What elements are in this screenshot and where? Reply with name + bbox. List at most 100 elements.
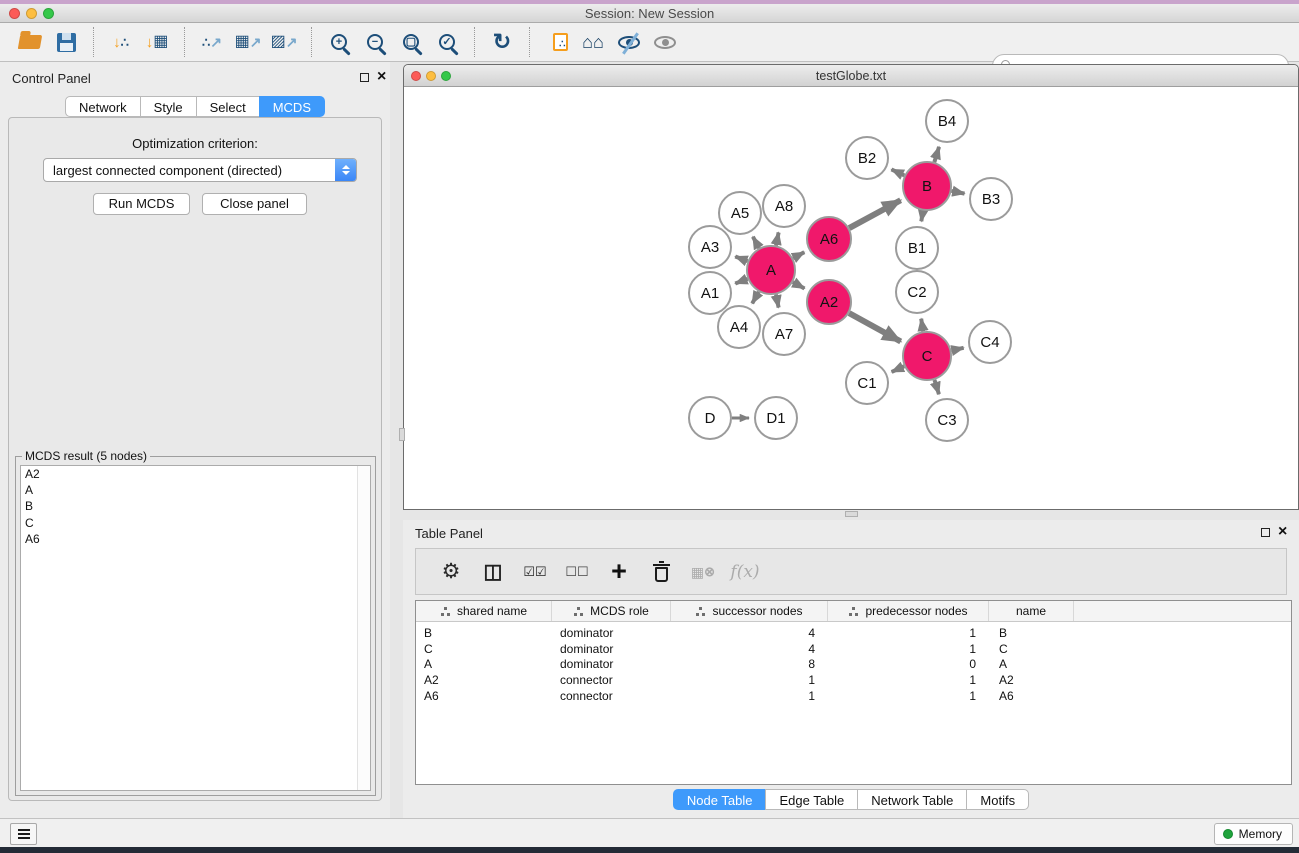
- zoom-selected-icon[interactable]: ✓: [431, 26, 463, 58]
- node-B4[interactable]: B4: [926, 100, 968, 142]
- cell-mcds-role[interactable]: dominator: [552, 657, 671, 671]
- memory-button[interactable]: Memory: [1214, 823, 1293, 845]
- edge-C-C4[interactable]: [951, 348, 963, 351]
- tab-style[interactable]: Style: [140, 96, 197, 117]
- cell-shared-name[interactable]: B: [416, 626, 552, 640]
- tab-network[interactable]: Network: [65, 96, 141, 117]
- edge-C-C1[interactable]: [892, 366, 905, 372]
- open-file-icon[interactable]: [14, 26, 46, 58]
- cell-mcds-role[interactable]: dominator: [552, 626, 671, 640]
- cell-predecessor-nodes[interactable]: 1: [828, 673, 989, 687]
- node-C4[interactable]: C4: [969, 321, 1011, 363]
- mcds-result-item[interactable]: C: [21, 515, 370, 531]
- cell-successor-nodes[interactable]: 1: [671, 673, 828, 687]
- delete-table-icon[interactable]: ▦⊗: [687, 556, 719, 588]
- column-header-successor-nodes[interactable]: successor nodes: [671, 601, 828, 621]
- tab-network-table[interactable]: Network Table: [857, 789, 967, 810]
- node-A8[interactable]: A8: [763, 185, 805, 227]
- node-A7[interactable]: A7: [763, 313, 805, 355]
- tab-node-table[interactable]: Node Table: [673, 789, 767, 810]
- delete-column-icon[interactable]: [645, 556, 677, 588]
- cell-name[interactable]: C: [989, 642, 1074, 656]
- cell-predecessor-nodes[interactable]: 1: [828, 642, 989, 656]
- unselect-all-columns-icon[interactable]: ☐☐: [561, 556, 593, 588]
- cell-successor-nodes[interactable]: 4: [671, 626, 828, 640]
- cell-name[interactable]: A2: [989, 673, 1074, 687]
- tab-select[interactable]: Select: [196, 96, 260, 117]
- cell-mcds-role[interactable]: dominator: [552, 642, 671, 656]
- save-session-icon[interactable]: [50, 26, 82, 58]
- import-network-icon[interactable]: ↓∴: [105, 26, 137, 58]
- select-all-columns-icon[interactable]: ☑☑: [519, 556, 551, 588]
- task-history-button[interactable]: [10, 823, 37, 845]
- function-builder-icon[interactable]: f(x): [729, 556, 761, 588]
- cell-predecessor-nodes[interactable]: 1: [828, 626, 989, 640]
- edge-A2-C[interactable]: [849, 313, 901, 341]
- eye-icon[interactable]: [649, 26, 681, 58]
- edge-A-A1[interactable]: [735, 279, 747, 284]
- cell-name[interactable]: A: [989, 657, 1074, 671]
- cell-name[interactable]: A6: [989, 689, 1074, 703]
- close-panel-button[interactable]: Close panel: [202, 193, 307, 215]
- node-A[interactable]: A: [747, 246, 795, 294]
- cell-shared-name[interactable]: C: [416, 642, 552, 656]
- column-header-predecessor-nodes[interactable]: predecessor nodes: [828, 601, 989, 621]
- refresh-icon[interactable]: ↻: [486, 26, 518, 58]
- node-A2[interactable]: A2: [807, 280, 851, 324]
- add-column-icon[interactable]: +: [603, 556, 635, 588]
- node-C3[interactable]: C3: [926, 399, 968, 441]
- mcds-result-item[interactable]: A: [21, 482, 370, 498]
- zoom-in-icon[interactable]: +: [323, 26, 355, 58]
- cell-successor-nodes[interactable]: 1: [671, 689, 828, 703]
- table-panel-close-button[interactable]: ×: [1278, 527, 1287, 537]
- edge-A-A7[interactable]: [776, 294, 779, 307]
- zoom-out-icon[interactable]: −: [359, 26, 391, 58]
- edge-B-B2[interactable]: [891, 169, 904, 175]
- control-panel-close-button[interactable]: ×: [377, 72, 386, 82]
- cell-shared-name[interactable]: A: [416, 657, 552, 671]
- zoom-fit-icon[interactable]: ▢: [395, 26, 427, 58]
- mcds-result-item[interactable]: A2: [21, 466, 370, 482]
- network-canvas[interactable]: B4B2BB3A8A5A6A3B1AC2A1A2A4A7C4CC1DD1C3: [404, 87, 1298, 510]
- cell-mcds-role[interactable]: connector: [552, 673, 671, 687]
- export-image-icon[interactable]: ▨↗: [268, 26, 300, 58]
- edge-A6-B[interactable]: [849, 200, 900, 228]
- left-splitter-handle[interactable]: [399, 428, 405, 441]
- node-A6[interactable]: A6: [807, 217, 851, 261]
- eye-slash-icon[interactable]: [613, 26, 645, 58]
- control-panel-float-button[interactable]: [360, 73, 369, 82]
- node-A4[interactable]: A4: [718, 306, 760, 348]
- cell-successor-nodes[interactable]: 8: [671, 657, 828, 671]
- node-B2[interactable]: B2: [846, 137, 888, 179]
- import-table-icon[interactable]: ↓▦: [141, 26, 173, 58]
- column-header-name[interactable]: name: [989, 601, 1074, 621]
- mcds-list-scrollbar[interactable]: [357, 466, 370, 790]
- edge-A-A5[interactable]: [753, 237, 759, 248]
- node-C2[interactable]: C2: [896, 271, 938, 313]
- node-B3[interactable]: B3: [970, 178, 1012, 220]
- edge-A-A3[interactable]: [735, 257, 747, 262]
- node-C1[interactable]: C1: [846, 362, 888, 404]
- tab-edge-table[interactable]: Edge Table: [765, 789, 858, 810]
- edge-A-A4[interactable]: [752, 292, 759, 304]
- edge-B-B1[interactable]: [921, 211, 923, 222]
- edge-C-C3[interactable]: [934, 380, 938, 394]
- node-D1[interactable]: D1: [755, 397, 797, 439]
- node-B[interactable]: B: [903, 162, 951, 210]
- edge-A-A6[interactable]: [793, 252, 804, 258]
- mcds-result-item[interactable]: B: [21, 498, 370, 514]
- export-table-icon[interactable]: ▦↗: [232, 26, 264, 58]
- edge-B-B3[interactable]: [951, 191, 964, 194]
- node-C[interactable]: C: [903, 332, 951, 380]
- node-A1[interactable]: A1: [689, 272, 731, 314]
- mcds-result-item[interactable]: A6: [21, 531, 370, 547]
- cell-predecessor-nodes[interactable]: 1: [828, 689, 989, 703]
- cell-predecessor-nodes[interactable]: 0: [828, 657, 989, 671]
- tab-motifs[interactable]: Motifs: [966, 789, 1029, 810]
- table-panel-float-button[interactable]: [1261, 528, 1270, 537]
- edge-A-A2[interactable]: [793, 282, 805, 288]
- export-network-icon[interactable]: ∴↗: [196, 26, 228, 58]
- edge-C-C2[interactable]: [921, 319, 923, 332]
- cell-shared-name[interactable]: A6: [416, 689, 552, 703]
- table-settings-icon[interactable]: ⚙: [435, 556, 467, 588]
